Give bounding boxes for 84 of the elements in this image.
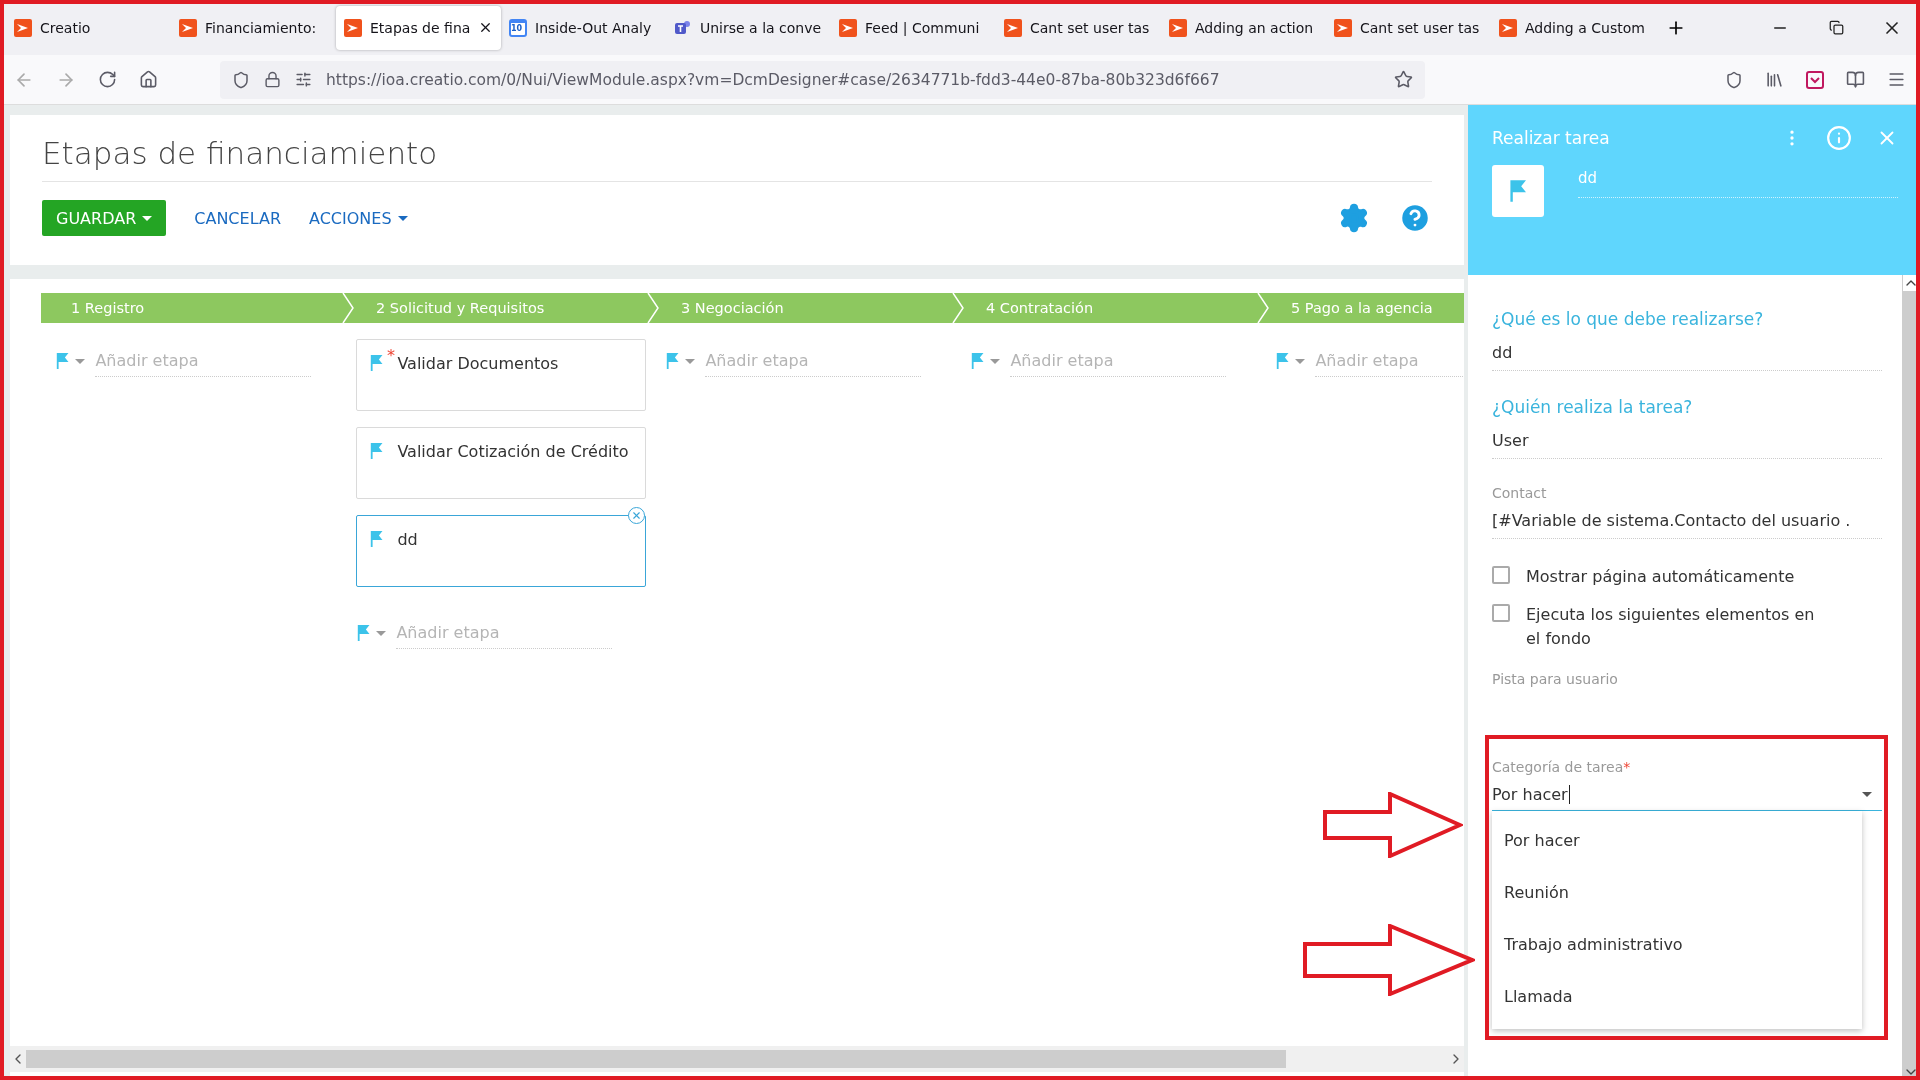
dropdown-option[interactable]: Reunión	[1492, 867, 1862, 919]
calendar-date: 10	[511, 23, 523, 33]
browser-tab[interactable]: Cant set user tas	[996, 5, 1161, 50]
logo-icon	[839, 18, 857, 37]
teams-icon	[674, 18, 692, 37]
flag-icon	[1275, 352, 1290, 370]
browser-tab[interactable]: Adding an action	[1161, 5, 1326, 50]
dropdown-option[interactable]: Por hacer	[1492, 815, 1862, 867]
flag-icon	[1508, 179, 1528, 203]
browser-tab[interactable]: 10 Inside-Out Analy	[501, 5, 666, 50]
remove-icon[interactable]	[628, 507, 645, 524]
horizontal-scrollbar[interactable]	[10, 1046, 1464, 1072]
pocket-icon[interactable]	[1725, 70, 1743, 89]
page-title: Etapas de financiamiento	[42, 135, 1432, 182]
field-label: Pista para usuario	[1492, 671, 1619, 687]
browser-tab[interactable]: Etapas de fina	[336, 5, 501, 50]
logo-icon	[1499, 18, 1517, 37]
checkbox-label: Ejecuta los siguientes elementos en el fondo	[1526, 604, 1816, 650]
extension-icon[interactable]	[1806, 70, 1824, 89]
step-title: Validar Documentos	[397, 354, 559, 373]
flag-icon	[970, 352, 985, 370]
flag-icon	[369, 530, 384, 548]
checkbox-label: Mostrar página automáticamente	[1526, 566, 1796, 588]
browser-tab[interactable]: Cant set user tas	[1326, 5, 1491, 50]
flag-icon	[369, 354, 384, 372]
browser-tab[interactable]: Creatio	[6, 5, 171, 50]
address-bar[interactable]: https://ioa.creatio.com/0/Nui/ViewModule.aspx?vm=DcmDesigner#case/2634771b-fdd3-44e0-87ba-80b323d6f667	[220, 60, 1425, 99]
question-label: ¿Quién realiza la tarea?	[1492, 397, 1694, 417]
reload-icon[interactable]	[98, 70, 117, 89]
logo-icon	[1004, 18, 1022, 37]
browser-tab[interactable]: Adding a Custom	[1491, 5, 1656, 50]
bookmark-star-icon[interactable]	[1394, 70, 1413, 89]
cancel-button[interactable]: CANCELAR	[194, 200, 281, 236]
step-type-dropdown[interactable]	[970, 352, 1001, 370]
stage-separator-icon	[952, 293, 964, 323]
logo-icon	[14, 18, 32, 37]
browser-tab[interactable]: Financiamiento:	[171, 5, 336, 50]
step-title: dd	[397, 530, 418, 549]
required-mark: *	[387, 346, 395, 365]
step-card[interactable]: *Validar Documentos	[356, 339, 646, 411]
lock-icon[interactable]	[264, 71, 281, 88]
menu-icon[interactable]	[1887, 70, 1906, 89]
step-card[interactable]: Validar Cotización de Crédito	[356, 427, 646, 499]
browser-tab[interactable]: Unirse a la conve	[666, 5, 831, 50]
logo-icon	[344, 18, 362, 37]
stage-separator-icon	[647, 293, 659, 323]
url-text: https://ioa.creatio.com/0/Nui/ViewModule.aspx?vm=DcmDesigner#case/2634771b-fdd3-44e0-87ba-80b323d6f667	[326, 70, 1221, 89]
reader-icon[interactable]	[1846, 70, 1865, 89]
checkbox[interactable]	[1492, 566, 1510, 584]
flag-icon	[55, 352, 70, 370]
checkbox[interactable]	[1492, 604, 1510, 622]
step-type-dropdown[interactable]	[665, 352, 696, 370]
calendar-icon	[509, 18, 527, 37]
step-card[interactable]: dd	[356, 515, 646, 587]
field-label: Categoría de tarea*	[1492, 759, 1632, 775]
panel-title: Realizar tarea	[1492, 128, 1611, 148]
step-type-dropdown[interactable]	[356, 624, 387, 642]
field-value[interactable]: User	[1492, 431, 1882, 459]
stage-separator-icon	[1257, 293, 1269, 323]
flag-icon	[356, 624, 371, 642]
flag-icon	[665, 352, 680, 370]
logo-icon	[1169, 18, 1187, 37]
field-label: Contact	[1492, 485, 1548, 501]
step-type-dropdown[interactable]	[1275, 352, 1306, 370]
permissions-icon[interactable]	[295, 71, 312, 88]
logo-icon	[1334, 18, 1352, 37]
flag-icon	[369, 442, 384, 460]
library-icon[interactable]	[1765, 70, 1784, 89]
dropdown-option[interactable]: Trabajo administrativo	[1492, 919, 1862, 971]
restore-icon[interactable]	[1828, 20, 1844, 35]
browser-tab[interactable]: Feed | Communi	[831, 5, 996, 50]
step-type-dropdown[interactable]	[55, 352, 86, 370]
field-value[interactable]: dd	[1492, 343, 1882, 371]
home-icon[interactable]	[139, 70, 158, 89]
logo-icon	[179, 18, 197, 37]
field-value[interactable]: [#Variable de sistema.Contacto del usuario .	[1492, 511, 1882, 539]
settings-icon[interactable]	[1338, 202, 1370, 234]
step-title: Validar Cotización de Crédito	[397, 442, 629, 461]
actions-menu-button[interactable]: ACCIONES	[309, 200, 408, 236]
shield-icon[interactable]	[232, 70, 250, 89]
stage-separator-icon	[342, 293, 354, 323]
dropdown-option[interactable]: Llamada	[1492, 971, 1862, 1023]
close-icon[interactable]	[478, 20, 493, 35]
question-label: ¿Qué es lo que debe realizarse?	[1492, 309, 1765, 329]
